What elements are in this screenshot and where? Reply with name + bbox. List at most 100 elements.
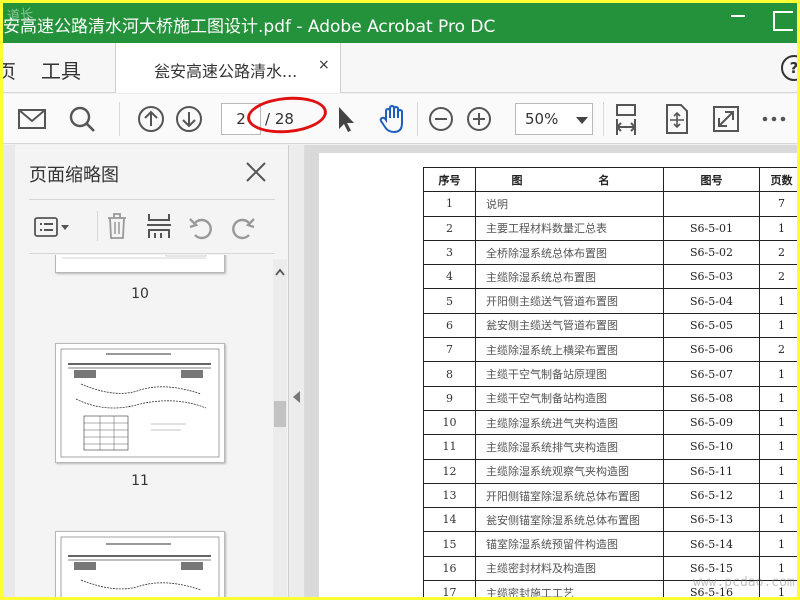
divider	[29, 253, 275, 254]
table-cell-name: 主缆除湿系统进气夹构造图	[475, 409, 664, 436]
table-cell-no: 8	[423, 361, 476, 387]
maximize-button[interactable]	[773, 11, 793, 31]
document-tab-close-icon[interactable]: ×	[318, 57, 330, 73]
table-cell-pages: 1	[759, 434, 797, 460]
full-screen-icon[interactable]	[711, 103, 741, 135]
more-tools-icon[interactable]	[759, 103, 789, 135]
table-row: 15 锚室除湿系统预留件构造图 S6-5-14 1	[423, 531, 797, 557]
hand-tool-icon[interactable]	[377, 103, 409, 135]
table-row: 8 主缆干空气制备站原理图 S6-5-07 1	[423, 361, 797, 387]
minimize-button[interactable]	[731, 15, 745, 17]
mail-icon[interactable]	[17, 103, 47, 135]
table-cell-name: 瓮安侧主缆送气管道布置图	[475, 312, 664, 339]
fit-page-icon[interactable]	[663, 103, 691, 135]
table-cell-no: 2	[423, 215, 476, 241]
table-cell-code	[663, 191, 760, 217]
zoom-level-select[interactable]: 50%	[515, 103, 593, 135]
table-cell-no: 3	[423, 239, 476, 266]
page-thumbnail[interactable]	[55, 255, 225, 273]
rotate-left-icon[interactable]	[187, 213, 215, 245]
thumbnail-list: 10 11	[15, 255, 271, 597]
table-cell-code: S6-5-07	[663, 361, 760, 387]
table-cell-name: 瓮安侧锚室除湿系统总体布置图	[475, 507, 664, 533]
pdf-page: 序号 图 名 图号 页数 1 说明 7 2 主要工程材料数量汇总表 S6-5-01 1 3 全桥…	[319, 153, 797, 597]
table-cell-name: 主缆密封施工工艺	[475, 580, 664, 597]
thumbnail-scrollbar[interactable]	[273, 259, 287, 597]
table-cell-code: S6-5-12	[663, 482, 760, 509]
table-cell-no: 17	[423, 580, 476, 597]
table-cell-pages: 7	[759, 191, 797, 217]
table-cell-name: 全桥除湿系统总体布置图	[475, 239, 664, 266]
table-cell-no: 7	[423, 337, 476, 363]
thumbnail-page-number: 11	[131, 473, 149, 489]
toolbar-divider	[417, 102, 418, 136]
table-cell-name: 主缆干空气制备站原理图	[475, 361, 664, 387]
page-thumbnail[interactable]	[55, 343, 225, 463]
home-tab[interactable]: 页	[3, 57, 16, 84]
table-cell-pages: 1	[759, 215, 797, 241]
table-row: 9 主缆干空气制备站构造图 S6-5-08 1	[423, 385, 797, 411]
document-view[interactable]: 序号 图 名 图号 页数 1 说明 7 2 主要工程材料数量汇总表 S6-5-01 1 3 全桥…	[305, 145, 797, 597]
panel-title: 页面缩略图	[29, 165, 119, 186]
page-thumbnail[interactable]	[55, 531, 225, 597]
collapse-panel-strip[interactable]	[289, 145, 305, 597]
table-row: 11 主缆除湿系统排气夹构造图 S6-5-10 1	[423, 434, 797, 460]
table-cell-code: S6-5-13	[663, 507, 760, 533]
toolbar: 2 / 28 50%	[3, 94, 797, 144]
close-icon[interactable]	[245, 161, 267, 187]
toolbar-divider	[119, 102, 120, 136]
table-cell-no: 16	[423, 555, 476, 582]
column-header: 页数	[759, 166, 797, 193]
rotate-right-icon[interactable]	[229, 213, 257, 245]
collapse-arrow-icon[interactable]	[293, 391, 300, 403]
drawing-index-table: 序号 图 名 图号 页数 1 说明 7 2 主要工程材料数量汇总表 S6-5-01 1 3 全桥…	[423, 166, 797, 597]
next-page-icon[interactable]	[175, 103, 203, 135]
fit-width-icon[interactable]	[613, 103, 639, 135]
column-header: 序号	[423, 166, 476, 193]
table-cell-pages: 1	[759, 361, 797, 387]
table-row: 13 开阳侧锚室除湿系统总体布置图 S6-5-12 1	[423, 482, 797, 509]
zoom-in-icon[interactable]	[465, 103, 493, 135]
search-icon[interactable]	[67, 103, 97, 135]
table-cell-no: 6	[423, 312, 476, 339]
table-cell-name: 说明	[475, 191, 664, 217]
help-icon[interactable]: ?	[781, 55, 797, 81]
table-cell-pages: 2	[759, 264, 797, 290]
insert-page-icon[interactable]	[145, 211, 173, 245]
table-cell-pages: 1	[759, 385, 797, 411]
table-cell-name: 主缆干空气制备站构造图	[475, 385, 664, 411]
scrollbar-thumb[interactable]	[274, 401, 286, 427]
table-cell-code: S6-5-09	[663, 409, 760, 436]
table-cell-name: 锚室除湿系统预留件构造图	[475, 531, 664, 557]
table-cell-code: S6-5-01	[663, 215, 760, 241]
toolbar-divider	[97, 211, 98, 241]
table-row: 2 主要工程材料数量汇总表 S6-5-01 1	[423, 215, 797, 241]
table-cell-no: 13	[423, 482, 476, 509]
chevron-up-icon[interactable]	[275, 261, 285, 280]
table-cell-pages: 1	[759, 312, 797, 339]
zoom-out-icon[interactable]	[427, 103, 455, 135]
tools-tab[interactable]: 工具	[41, 55, 81, 84]
table-body: 1 说明 7 2 主要工程材料数量汇总表 S6-5-01 1 3 全桥除湿系统总体布置图 S6-5…	[423, 191, 797, 597]
acrobat-window: 道长 安高速公路清水河大桥施工图设计.pdf - Adobe Acrobat P…	[3, 3, 797, 597]
previous-page-icon[interactable]	[137, 103, 165, 135]
table-cell-pages: 1	[759, 482, 797, 509]
toolbar-divider	[603, 102, 604, 136]
watermark-bottom: www.pcdao.com	[693, 575, 795, 590]
document-tab[interactable]: 瓮安高速公路清水... ×	[115, 43, 341, 93]
column-header: 图号	[663, 166, 760, 193]
table-cell-code: S6-5-04	[663, 288, 760, 314]
table-row: 6 瓮安侧主缆送气管道布置图 S6-5-05 1	[423, 312, 797, 339]
table-cell-pages: 2	[759, 239, 797, 266]
options-menu-icon[interactable]	[33, 215, 73, 243]
table-cell-no: 1	[423, 191, 476, 217]
table-row: 5 开阳侧主缆送气管道布置图 S6-5-04 1	[423, 288, 797, 314]
chevron-down-icon	[576, 117, 588, 124]
table-row: 4 主缆除湿系统总布置图 S6-5-03 2	[423, 264, 797, 290]
table-cell-name: 主缆除湿系统排气夹构造图	[475, 434, 664, 460]
table-cell-name: 主缆密封材料及构造图	[475, 555, 664, 582]
table-cell-pages: 1	[759, 288, 797, 314]
trash-icon[interactable]	[105, 211, 129, 245]
table-cell-code: S6-5-06	[663, 337, 760, 363]
select-cursor-icon[interactable]	[333, 103, 357, 135]
